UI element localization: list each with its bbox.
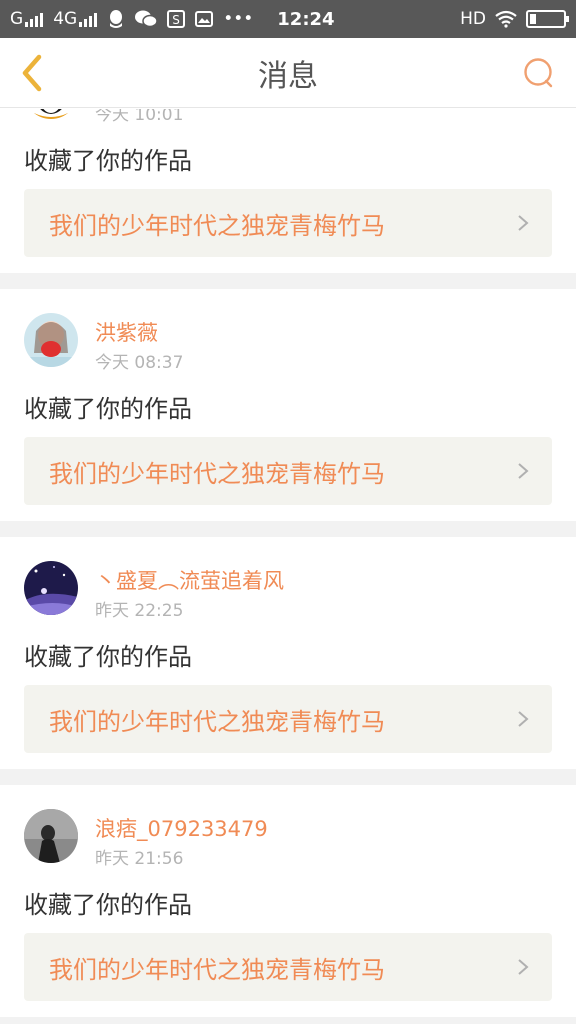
- svg-text:S: S: [172, 13, 180, 27]
- avatar[interactable]: [24, 561, 78, 615]
- battery-icon: [526, 10, 569, 28]
- message-card[interactable]: 今天 10:01 收藏了你的作品 我们的少年时代之独宠青梅竹马: [0, 109, 576, 273]
- chevron-right-icon: [518, 959, 529, 975]
- work-title: 我们的少年时代之独宠青梅竹马: [49, 707, 385, 736]
- message-card[interactable]: 洪紫薇 今天 08:37 收藏了你的作品 我们的少年时代之独宠青梅竹马: [0, 289, 576, 521]
- message-card[interactable]: 丶盛夏︵流萤追着风 昨天 22:25 收藏了你的作品 我们的少年时代之独宠青梅竹…: [0, 537, 576, 769]
- wifi-icon: [495, 10, 517, 28]
- action-text: 收藏了你的作品: [24, 395, 192, 423]
- username[interactable]: 浪痞_079233479: [95, 813, 268, 843]
- username[interactable]: 洪紫薇: [95, 317, 158, 347]
- work-link[interactable]: 我们的少年时代之独宠青梅竹马: [24, 933, 552, 1001]
- timestamp: 今天 10:01: [95, 109, 184, 125]
- status-left: G 4G S ••• 12:24: [10, 9, 460, 30]
- signal-icon: [25, 11, 44, 27]
- timestamp: 昨天 22:25: [95, 601, 184, 621]
- qq-icon: [110, 10, 123, 28]
- work-title: 我们的少年时代之独宠青梅竹马: [49, 459, 385, 488]
- search-icon: [524, 58, 553, 88]
- avatar[interactable]: [24, 313, 78, 367]
- header: 消息: [0, 38, 576, 108]
- avatar[interactable]: [24, 809, 78, 863]
- message-list-content: 今天 10:01 收藏了你的作品 我们的少年时代之独宠青梅竹马 洪紫薇 今天 0…: [0, 109, 576, 1024]
- search-button[interactable]: [522, 56, 556, 90]
- avatar-girl-red: [24, 313, 78, 367]
- action-text: 收藏了你的作品: [24, 643, 192, 671]
- signal-icon: [79, 11, 98, 27]
- action-text: 收藏了你的作品: [24, 891, 192, 919]
- avatar-night-sky: [24, 561, 78, 615]
- avatar[interactable]: [24, 109, 78, 119]
- wechat-icon: [135, 10, 158, 28]
- chevron-right-icon: [518, 711, 529, 727]
- status-right: HD: [460, 9, 569, 29]
- status-bar: G 4G S ••• 12:24 HD: [0, 0, 576, 38]
- carrier-label-2: 4G: [53, 9, 78, 29]
- message-card[interactable]: 浪痞_079233479 昨天 21:56 收藏了你的作品 我们的少年时代之独宠…: [0, 785, 576, 1017]
- carrier-label-1: G: [10, 9, 24, 29]
- chevron-left-icon: [22, 54, 42, 92]
- more-notifications: •••: [223, 9, 254, 29]
- work-link[interactable]: 我们的少年时代之独宠青梅竹马: [24, 685, 552, 753]
- timestamp: 昨天 21:56: [95, 849, 184, 869]
- back-button[interactable]: [10, 51, 54, 95]
- signal-g: G: [10, 9, 44, 29]
- work-title: 我们的少年时代之独宠青梅竹马: [49, 955, 385, 984]
- hd-label: HD: [460, 9, 486, 29]
- page-title: 消息: [258, 58, 318, 94]
- battery-level: [530, 14, 536, 24]
- action-text: 收藏了你的作品: [24, 147, 192, 175]
- chevron-right-icon: [518, 215, 529, 231]
- work-title: 我们的少年时代之独宠青梅竹马: [49, 211, 385, 240]
- avatar-grey-figure: [24, 809, 78, 863]
- work-link[interactable]: 我们的少年时代之独宠青梅竹马: [24, 437, 552, 505]
- avatar-penguin: [24, 109, 78, 119]
- signal-4g: 4G: [53, 9, 98, 29]
- username[interactable]: 丶盛夏︵流萤追着风: [95, 565, 284, 595]
- work-link[interactable]: 我们的少年时代之独宠青梅竹马: [24, 189, 552, 257]
- timestamp: 今天 08:37: [95, 353, 184, 373]
- clock: 12:24: [277, 8, 335, 30]
- gallery-icon: [195, 11, 214, 27]
- chevron-right-icon: [518, 463, 529, 479]
- message-list[interactable]: 今天 10:01 收藏了你的作品 我们的少年时代之独宠青梅竹马 洪紫薇 今天 0…: [0, 109, 576, 1024]
- s-app-icon: S: [167, 10, 186, 28]
